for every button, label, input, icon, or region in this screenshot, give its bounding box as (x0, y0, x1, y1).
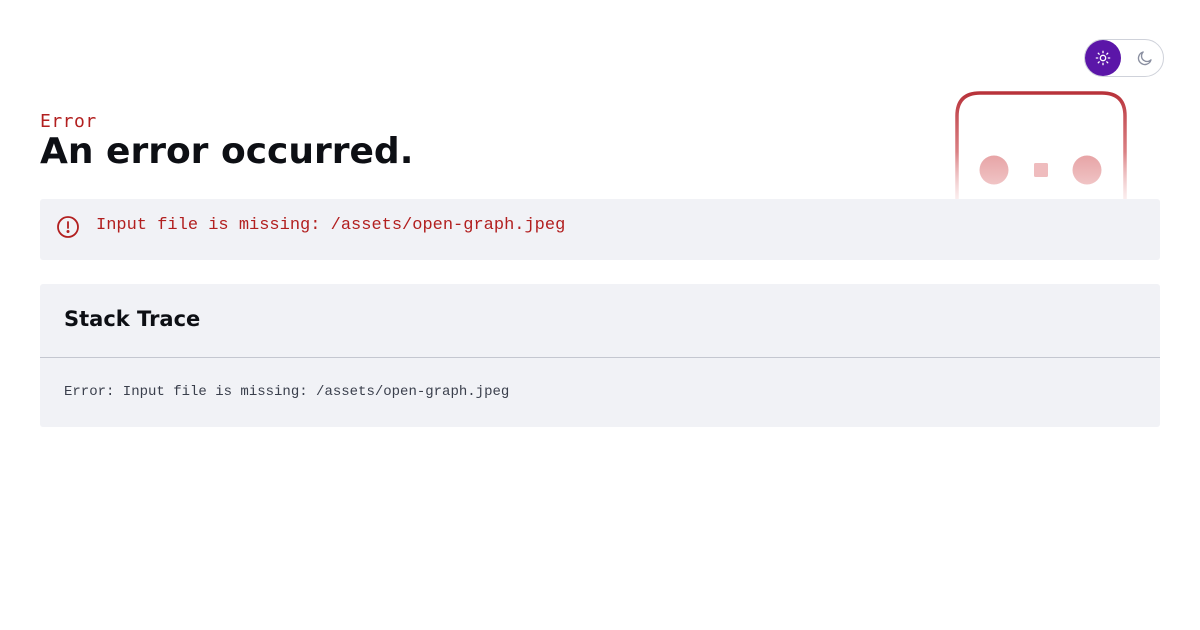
stack-trace-panel: Stack Trace Error: Input file is missing… (40, 284, 1160, 427)
robot-face-icon (955, 91, 1127, 200)
moon-icon (1137, 51, 1152, 66)
stack-trace-divider (40, 357, 1160, 358)
error-eyebrow: Error (40, 111, 97, 132)
stack-trace-body: Error: Input file is missing: /assets/op… (64, 384, 510, 400)
error-message-box: Input file is missing: /assets/open-grap… (40, 199, 1160, 260)
theme-toggle[interactable] (1084, 39, 1164, 77)
sun-icon (1095, 50, 1111, 66)
alert-circle-icon (57, 216, 79, 238)
error-message: Input file is missing: /assets/open-grap… (96, 216, 566, 235)
light-theme-button[interactable] (1085, 40, 1121, 76)
dark-theme-button[interactable] (1127, 40, 1163, 76)
stack-trace-title: Stack Trace (64, 307, 201, 331)
error-page: Error An error occurred. Input file is m… (0, 0, 1200, 630)
page-title: An error occurred. (40, 131, 414, 172)
